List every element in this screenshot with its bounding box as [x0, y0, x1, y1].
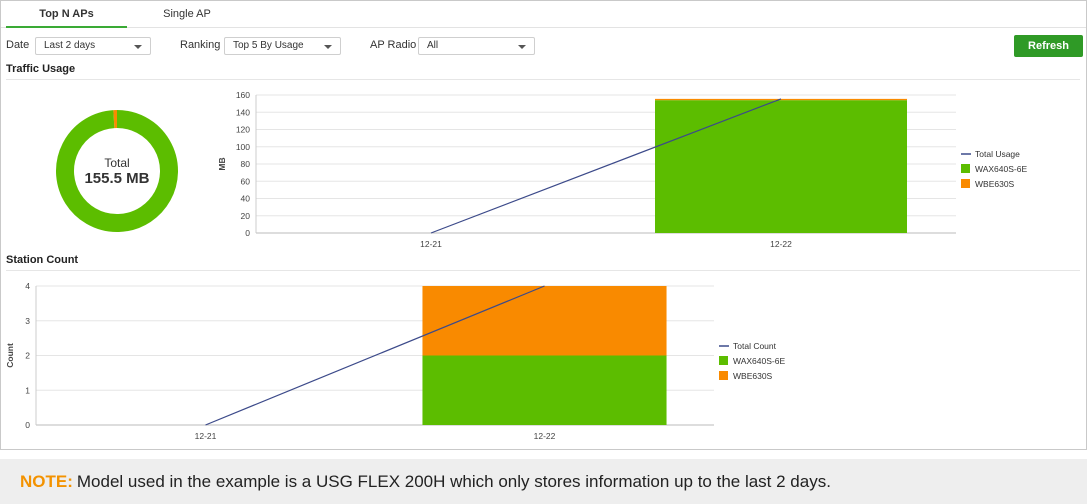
date-select-value: Last 2 days	[44, 40, 96, 51]
y-tick-label: 20	[241, 211, 251, 221]
y-tick-label: 60	[241, 176, 251, 186]
report-panel: Top N APs Single AP Date Last 2 days Ran…	[0, 0, 1087, 450]
y-tick-label: 160	[236, 90, 250, 100]
station-count-chart: 0 1 2 3 4 Count 12-21 12-22 Total Count WAX640S-6…	[5, 281, 785, 441]
chevron-down-icon	[324, 45, 332, 49]
traffic-donut-chart: Total 155.5 MB	[56, 110, 178, 232]
legend-swatch	[719, 371, 728, 380]
y-tick-label: 0	[245, 228, 250, 238]
chevron-down-icon	[134, 45, 142, 49]
legend-item: WBE630S	[975, 179, 1015, 189]
tab-bar: Top N APs Single AP	[1, 1, 1086, 28]
y-tick-label: 2	[25, 351, 30, 361]
chevron-down-icon	[518, 45, 526, 49]
bar-wax640s-6e-12-22	[422, 355, 667, 425]
ap-radio-select-value: All	[427, 40, 439, 51]
ranking-select-value: Top 5 By Usage	[233, 40, 304, 51]
y-tick-label: 140	[236, 107, 250, 117]
ap-radio-label: AP Radio	[370, 39, 417, 51]
y-tick-label: 1	[25, 385, 30, 395]
traffic-divider	[6, 79, 1080, 80]
y-axis-label: Count	[5, 343, 15, 368]
date-select[interactable]: Last 2 days	[35, 37, 151, 55]
tab-top-n-aps[interactable]: Top N APs	[6, 1, 127, 28]
y-tick-label: 0	[25, 420, 30, 430]
y-tick-label: 80	[241, 159, 251, 169]
legend-item: Total Usage	[975, 149, 1020, 159]
traffic-usage-title: Traffic Usage	[6, 63, 76, 75]
station-count-title: Station Count	[6, 254, 79, 266]
y-tick-label: 4	[25, 281, 30, 291]
legend-swatch	[961, 179, 970, 188]
legend-item: Total Count	[733, 341, 777, 351]
traffic-usage-chart: 0 20 40 60 80 100 120 140 160 MB 12-21 12-22 Total U…	[217, 90, 1027, 249]
ap-radio-select[interactable]: All	[418, 37, 535, 55]
x-tick-label: 12-22	[534, 431, 556, 441]
note-label: NOTE:	[20, 472, 73, 491]
x-tick-label: 12-21	[420, 239, 442, 249]
y-tick-label: 100	[236, 142, 250, 152]
note-banner: NOTE: Model used in the example is a USG …	[0, 459, 1087, 504]
donut-total-label: Total	[104, 156, 129, 170]
station-divider	[6, 270, 1080, 271]
y-tick-label: 120	[236, 125, 250, 135]
ranking-select[interactable]: Top 5 By Usage	[224, 37, 341, 55]
legend-swatch	[961, 164, 970, 173]
y-tick-label: 40	[241, 194, 251, 204]
legend-item: WAX640S-6E	[975, 164, 1027, 174]
legend-swatch	[719, 356, 728, 365]
legend-item: WBE630S	[733, 371, 773, 381]
donut-total-value: 155.5 MB	[84, 170, 149, 187]
x-tick-label: 12-22	[770, 239, 792, 249]
ranking-label: Ranking	[180, 39, 221, 51]
refresh-button[interactable]: Refresh	[1014, 35, 1083, 57]
y-tick-label: 3	[25, 316, 30, 326]
tab-single-ap[interactable]: Single AP	[127, 1, 247, 28]
x-tick-label: 12-21	[195, 431, 217, 441]
legend-item: WAX640S-6E	[733, 356, 785, 366]
date-label: Date	[6, 39, 30, 51]
note-text: Model used in the example is a USG FLEX …	[76, 472, 831, 491]
y-axis-label: MB	[217, 157, 227, 170]
bar-wax640s-6e-12-22	[655, 100, 907, 233]
